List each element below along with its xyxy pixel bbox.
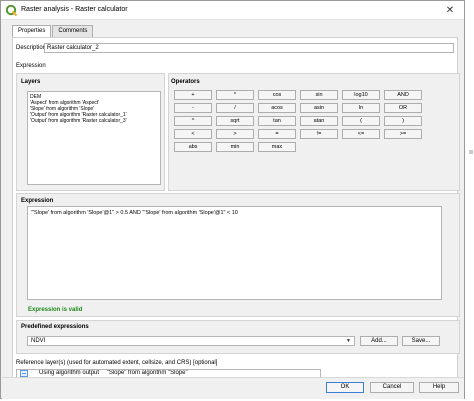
- expression-section-label: Expression: [16, 63, 46, 69]
- chevron-down-icon: ▼: [346, 338, 351, 344]
- op-tan-button[interactable]: tan: [258, 116, 296, 126]
- predefined-select-value: NDVI: [31, 338, 46, 344]
- raster-calculator-dialog: Raster analysis - Raster calculator ✕ Pr…: [0, 0, 465, 399]
- op-min-button[interactable]: min: [216, 142, 254, 152]
- qgis-logo-icon: [6, 5, 17, 16]
- model-output-icon: [20, 370, 28, 377]
- layers-title: Layers: [21, 79, 41, 85]
- op-less-button[interactable]: <: [174, 129, 212, 139]
- op-or-button[interactable]: OR: [384, 103, 422, 113]
- op-minus-button[interactable]: -: [174, 103, 212, 113]
- op-power-button[interactable]: ^: [174, 116, 212, 126]
- reference-layer-detail: "Slope" from algorithm "Slope": [106, 370, 188, 376]
- operators-title: Operators: [171, 79, 200, 85]
- cancel-button[interactable]: Cancel: [370, 382, 414, 393]
- layers-list[interactable]: DEM 'Aspect' from algorithm 'Aspect' 'Sl…: [27, 91, 161, 185]
- op-abs-button[interactable]: abs: [174, 142, 212, 152]
- title-bar: Raster analysis - Raster calculator ✕: [1, 1, 464, 20]
- op-acos-button[interactable]: acos: [258, 103, 296, 113]
- predefined-select[interactable]: NDVI ▼: [27, 336, 355, 346]
- op-divide-button[interactable]: /: [216, 103, 254, 113]
- ok-button[interactable]: OK: [326, 382, 364, 393]
- op-cos-button[interactable]: cos: [258, 90, 296, 100]
- op-open-paren-button[interactable]: (: [342, 116, 380, 126]
- op-ln-button[interactable]: ln: [342, 103, 380, 113]
- operators-grid: + * cos sin log10 AND - / acos asin ln O…: [174, 90, 422, 152]
- op-multiply-button[interactable]: *: [216, 90, 254, 100]
- save-expression-button[interactable]: Save...: [402, 336, 440, 346]
- op-less-equal-button[interactable]: <=: [342, 129, 380, 139]
- op-greater-equal-button[interactable]: >=: [384, 129, 422, 139]
- reference-layer-value: Using algorithm output: [39, 370, 100, 376]
- reference-layer-label: Reference layer(s) (used for automated e…: [16, 360, 218, 366]
- op-asin-button[interactable]: asin: [300, 103, 338, 113]
- add-expression-button[interactable]: Add...: [360, 336, 398, 346]
- close-icon[interactable]: ✕: [436, 1, 464, 20]
- description-input[interactable]: Raster calculator_2: [44, 43, 454, 53]
- op-plus-button[interactable]: +: [174, 90, 212, 100]
- expression-title: Expression: [21, 198, 54, 204]
- tab-bar: Properties Comments: [12, 25, 94, 38]
- op-close-paren-button[interactable]: ): [384, 116, 422, 126]
- tab-comments[interactable]: Comments: [52, 25, 94, 37]
- layer-item[interactable]: 'Output' from algorithm 'Raster calculat…: [30, 118, 158, 124]
- op-not-equal-button[interactable]: !=: [300, 129, 338, 139]
- help-button[interactable]: Help: [419, 382, 459, 393]
- op-sqrt-button[interactable]: sqrt: [216, 116, 254, 126]
- expression-editor[interactable]: "'Slope' from algorithm 'Slope'@1" > 0.5…: [27, 206, 442, 300]
- op-equal-button[interactable]: =: [258, 129, 296, 139]
- op-atan-button[interactable]: atan: [300, 116, 338, 126]
- op-and-button[interactable]: AND: [384, 90, 422, 100]
- background-app-icon: [469, 150, 473, 154]
- op-greater-button[interactable]: >: [216, 129, 254, 139]
- description-label: Description: [16, 45, 47, 51]
- window-title: Raster analysis - Raster calculator: [21, 6, 128, 13]
- predefined-title: Predefined expressions: [21, 324, 89, 330]
- op-max-button[interactable]: max: [258, 142, 296, 152]
- expression-status: Expression is valid: [28, 307, 83, 313]
- op-log10-button[interactable]: log10: [342, 90, 380, 100]
- op-sin-button[interactable]: sin: [300, 90, 338, 100]
